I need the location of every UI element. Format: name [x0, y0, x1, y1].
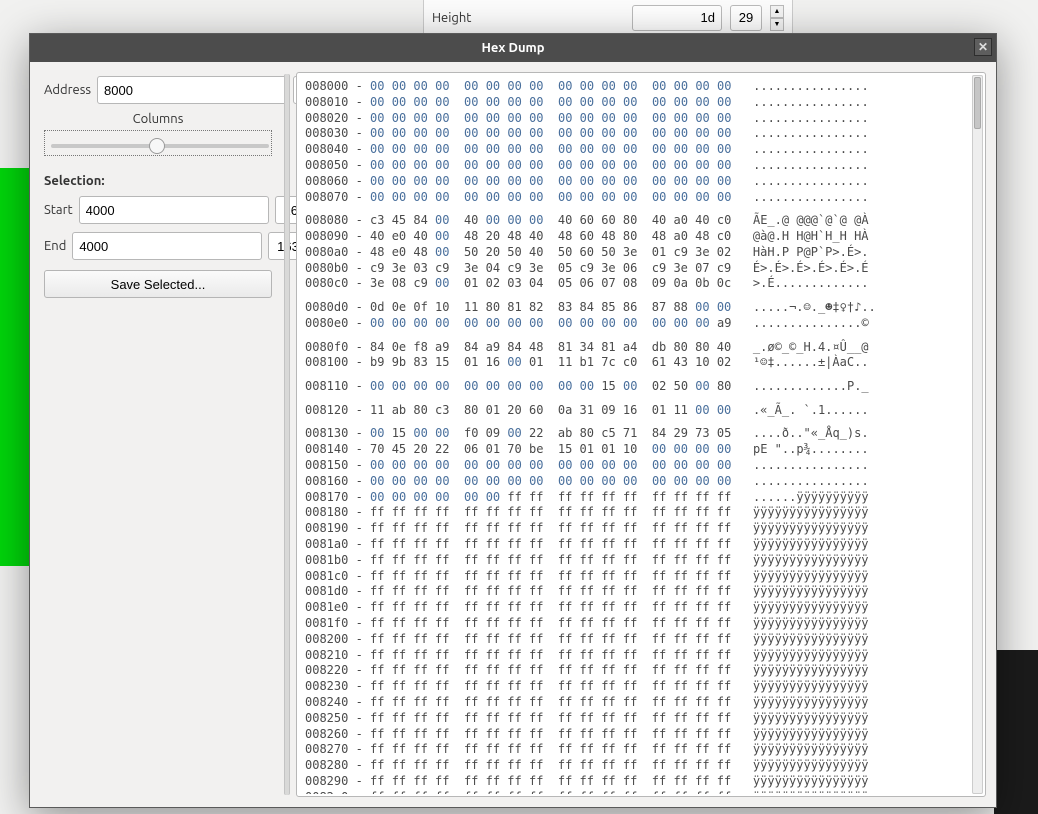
- close-icon[interactable]: ✕: [974, 38, 992, 56]
- hex-row[interactable]: 008170 - 00 00 00 00 00 00 ff ff ff ff f…: [305, 490, 965, 506]
- hex-content[interactable]: 008000 - 00 00 00 00 00 00 00 00 00 00 0…: [299, 75, 971, 794]
- hex-row[interactable]: 008030 - 00 00 00 00 00 00 00 00 00 00 0…: [305, 126, 965, 142]
- hex-row[interactable]: 008010 - 00 00 00 00 00 00 00 00 00 00 0…: [305, 95, 965, 111]
- hex-view: 008000 - 00 00 00 00 00 00 00 00 00 00 0…: [296, 72, 986, 797]
- hex-row[interactable]: 008150 - 00 00 00 00 00 00 00 00 00 00 0…: [305, 458, 965, 474]
- hex-row[interactable]: 0080f0 - 84 0e f8 a9 84 a9 84 48 81 34 8…: [305, 340, 965, 356]
- hex-row[interactable]: 0081e0 - ff ff ff ff ff ff ff ff ff ff f…: [305, 600, 965, 616]
- columns-label: Columns: [44, 112, 272, 126]
- hex-row[interactable]: 0080d0 - 0d 0e 0f 10 11 80 81 82 83 84 8…: [305, 300, 965, 316]
- hex-row[interactable]: 008160 - 00 00 00 00 00 00 00 00 00 00 0…: [305, 474, 965, 490]
- address-hex-input[interactable]: [97, 76, 287, 104]
- hex-row[interactable]: 0080e0 - 00 00 00 00 00 00 00 00 00 00 0…: [305, 316, 965, 332]
- hex-row[interactable]: 0081c0 - ff ff ff ff ff ff ff ff ff ff f…: [305, 569, 965, 585]
- height-label: Height: [432, 11, 624, 25]
- hex-row[interactable]: 0080b0 - c9 3e 03 c9 3e 04 c9 3e 05 c9 3…: [305, 261, 965, 277]
- start-hex-input[interactable]: [79, 196, 269, 224]
- selection-heading: Selection:: [44, 174, 272, 188]
- hex-row[interactable]: 0082a0 - ff ff ff ff ff ff ff ff ff ff f…: [305, 790, 965, 794]
- hex-row[interactable]: 008180 - ff ff ff ff ff ff ff ff ff ff f…: [305, 505, 965, 521]
- hex-row[interactable]: 008260 - ff ff ff ff ff ff ff ff ff ff f…: [305, 727, 965, 743]
- hex-row[interactable]: 008290 - ff ff ff ff ff ff ff ff ff ff f…: [305, 774, 965, 790]
- height-dec-input[interactable]: [730, 5, 762, 31]
- hex-row[interactable]: 008190 - ff ff ff ff ff ff ff ff ff ff f…: [305, 521, 965, 537]
- hex-row[interactable]: 008130 - 00 15 00 00 f0 09 00 22 ab 80 c…: [305, 426, 965, 442]
- hex-dump-dialog: Hex Dump ✕ Address ▲ ▼ Columns Selection…: [29, 33, 997, 808]
- hex-row[interactable]: 008040 - 00 00 00 00 00 00 00 00 00 00 0…: [305, 142, 965, 158]
- columns-slider-wrap: [44, 130, 272, 156]
- background-height-row: Height ▲ ▼: [423, 0, 793, 36]
- hex-row[interactable]: 008020 - 00 00 00 00 00 00 00 00 00 00 0…: [305, 111, 965, 127]
- address-label: Address: [44, 83, 91, 97]
- hex-row[interactable]: 0081a0 - ff ff ff ff ff ff ff ff ff ff f…: [305, 537, 965, 553]
- hex-row[interactable]: 008070 - 00 00 00 00 00 00 00 00 00 00 0…: [305, 190, 965, 206]
- hex-row[interactable]: 008000 - 00 00 00 00 00 00 00 00 00 00 0…: [305, 79, 965, 95]
- hex-row[interactable]: 008080 - c3 45 84 00 40 00 00 00 40 60 6…: [305, 213, 965, 229]
- height-spin-up-icon[interactable]: ▲: [770, 5, 784, 18]
- hex-row[interactable]: 008270 - ff ff ff ff ff ff ff ff ff ff f…: [305, 742, 965, 758]
- hex-row[interactable]: 008230 - ff ff ff ff ff ff ff ff ff ff f…: [305, 679, 965, 695]
- dialog-title: Hex Dump: [481, 41, 544, 55]
- controls-pane: Address ▲ ▼ Columns Selection: Start ▲: [40, 72, 280, 797]
- end-label: End: [44, 239, 66, 253]
- hex-row[interactable]: 008240 - ff ff ff ff ff ff ff ff ff ff f…: [305, 695, 965, 711]
- hex-row[interactable]: 008280 - ff ff ff ff ff ff ff ff ff ff f…: [305, 758, 965, 774]
- end-hex-input[interactable]: [72, 232, 262, 260]
- hex-row[interactable]: 008220 - ff ff ff ff ff ff ff ff ff ff f…: [305, 663, 965, 679]
- hex-row[interactable]: 0080a0 - 48 e0 48 00 50 20 50 40 50 60 5…: [305, 245, 965, 261]
- hex-row[interactable]: 008060 - 00 00 00 00 00 00 00 00 00 00 0…: [305, 174, 965, 190]
- hex-row[interactable]: 008090 - 40 e0 40 00 48 20 48 40 48 60 4…: [305, 229, 965, 245]
- height-hex-input[interactable]: [632, 5, 722, 31]
- dialog-titlebar[interactable]: Hex Dump ✕: [30, 34, 996, 62]
- hex-row[interactable]: 008140 - 70 45 20 22 06 01 70 be 15 01 0…: [305, 442, 965, 458]
- hex-row[interactable]: 008250 - ff ff ff ff ff ff ff ff ff ff f…: [305, 711, 965, 727]
- hex-row[interactable]: 008050 - 00 00 00 00 00 00 00 00 00 00 0…: [305, 158, 965, 174]
- pane-divider[interactable]: [284, 74, 290, 795]
- save-selected-button[interactable]: Save Selected...: [44, 270, 272, 298]
- vertical-scrollbar[interactable]: [972, 75, 983, 794]
- columns-slider[interactable]: [51, 144, 269, 148]
- height-spin-down-icon[interactable]: ▼: [770, 18, 784, 31]
- hex-row[interactable]: 008210 - ff ff ff ff ff ff ff ff ff ff f…: [305, 648, 965, 664]
- background-green-block: [0, 168, 30, 566]
- hex-row[interactable]: 008100 - b9 9b 83 15 01 16 00 01 11 b1 7…: [305, 355, 965, 371]
- hex-row[interactable]: 0081d0 - ff ff ff ff ff ff ff ff ff ff f…: [305, 584, 965, 600]
- start-label: Start: [44, 203, 73, 217]
- background-dark-block: [994, 650, 1038, 814]
- hex-row[interactable]: 0080c0 - 3e 08 c9 00 01 02 03 04 05 06 0…: [305, 276, 965, 292]
- hex-row[interactable]: 008110 - 00 00 00 00 00 00 00 00 00 00 1…: [305, 379, 965, 395]
- hex-row[interactable]: 0081f0 - ff ff ff ff ff ff ff ff ff ff f…: [305, 616, 965, 632]
- hex-row[interactable]: 008200 - ff ff ff ff ff ff ff ff ff ff f…: [305, 632, 965, 648]
- scrollbar-thumb[interactable]: [974, 77, 981, 129]
- hex-row[interactable]: 008120 - 11 ab 80 c3 80 01 20 60 0a 31 0…: [305, 403, 965, 419]
- hex-row[interactable]: 0081b0 - ff ff ff ff ff ff ff ff ff ff f…: [305, 553, 965, 569]
